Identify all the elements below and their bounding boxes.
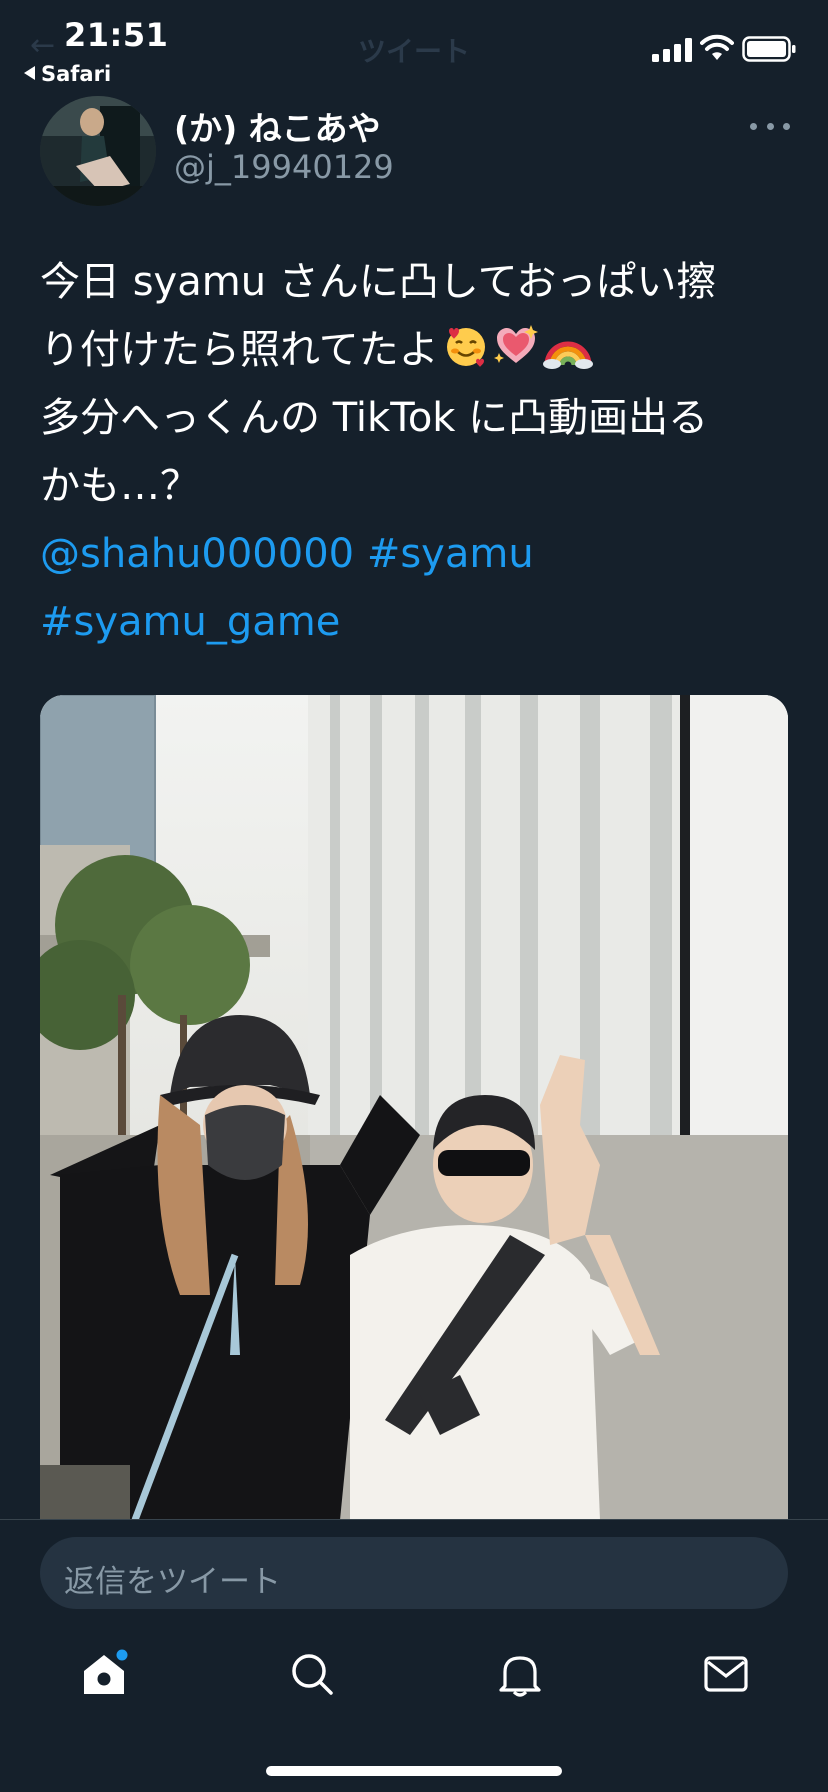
home-icon	[84, 1649, 128, 1694]
tweet-text-line: 今日 syamu さんに凸しておっぱい擦	[40, 259, 717, 305]
home-indicator	[266, 1766, 562, 1776]
back-triangle-icon	[24, 66, 35, 80]
reply-placeholder: 返信をツイート	[64, 1564, 281, 1600]
back-app-label: Safari	[41, 62, 112, 86]
rainbow-icon	[542, 341, 593, 369]
tweet-hashtag-line: #syamu_game	[40, 588, 800, 656]
author-display-name[interactable]: (か) ねこあや	[174, 102, 381, 150]
tweet-links-line: @shahu000000 #syamu	[40, 520, 800, 588]
sparkling-heart-icon	[493, 325, 538, 363]
status-time: 21:51	[64, 16, 169, 54]
search-icon	[292, 1654, 333, 1695]
tab-search[interactable]	[284, 1646, 340, 1702]
tweet-text-line-with-emoji: り付けたら照れてたよ	[40, 316, 800, 384]
tweet-text-line: 多分へっくんの TikTok に凸動画出る	[40, 395, 709, 441]
author-handle[interactable]: @j_19940129	[174, 148, 394, 186]
mention-link[interactable]: @shahu000000	[40, 531, 354, 577]
tab-messages[interactable]	[698, 1646, 754, 1702]
notifications-icon	[499, 1656, 541, 1697]
messages-icon	[704, 1656, 748, 1692]
tweet-text-line: り付けたら照れてたよ	[40, 327, 439, 373]
back-to-safari-link[interactable]: Safari	[24, 62, 111, 86]
photo-image	[40, 695, 788, 1520]
cellular-signal-icon	[652, 38, 692, 62]
wifi-icon	[700, 34, 734, 60]
battery-icon	[742, 36, 796, 62]
status-bar: ← ツイート 21:51 Safari	[0, 0, 828, 96]
hashtag-link[interactable]: #syamu	[367, 531, 534, 577]
hashtag-link[interactable]: #syamu_game	[40, 599, 340, 645]
more-options-icon[interactable]	[750, 112, 790, 140]
tweet-text-line: かも…？	[40, 463, 200, 509]
tweet-photo[interactable]	[40, 695, 788, 1520]
tweet-text: 今日 syamu さんに凸しておっぱい擦 り付けたら照れてたよ 多分へっくんの …	[40, 248, 800, 656]
tab-notifications[interactable]	[492, 1646, 548, 1702]
smiling-face-with-hearts-icon	[446, 328, 485, 367]
author-avatar[interactable]	[40, 96, 156, 206]
tab-home[interactable]	[76, 1646, 132, 1702]
